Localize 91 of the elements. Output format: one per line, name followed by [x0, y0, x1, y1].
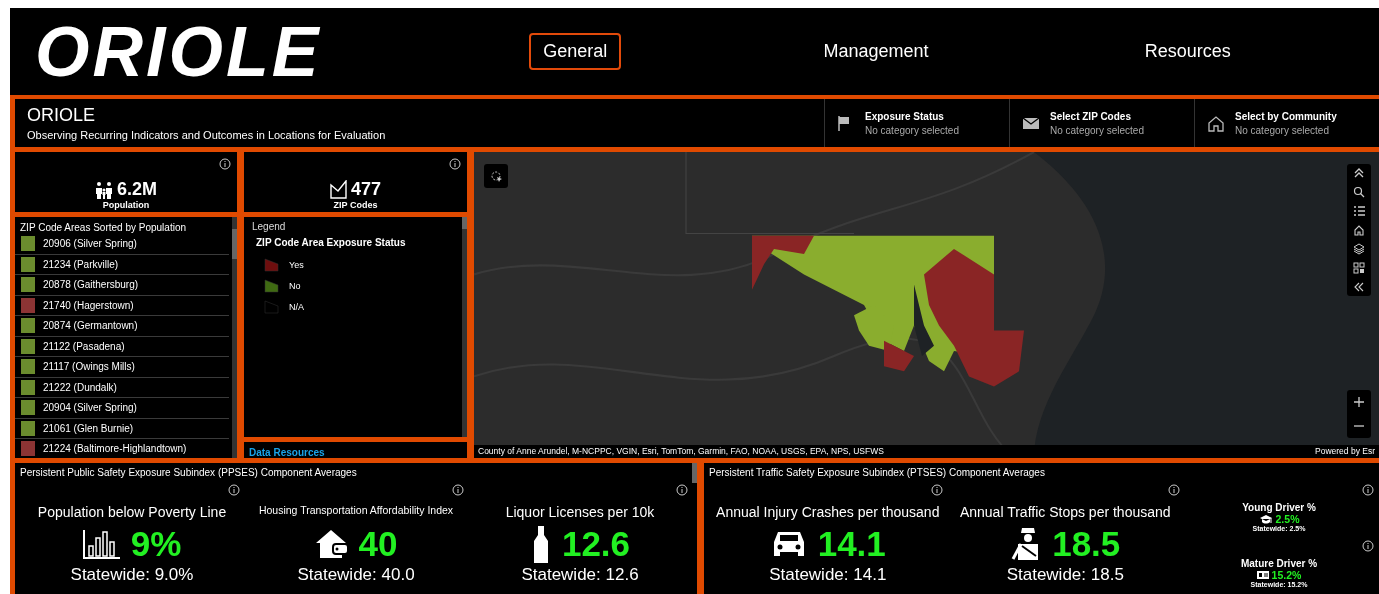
metric-value: 9%: [130, 524, 182, 564]
legend-label: No: [289, 281, 301, 291]
statewide-value: Statewide: 40.0: [297, 565, 415, 585]
filter-button[interactable]: Select by Community No category selected: [1194, 99, 1379, 147]
scrollbar[interactable]: [232, 217, 237, 458]
info-icon[interactable]: [676, 484, 688, 496]
list-item[interactable]: 20874 (Germantown): [15, 316, 229, 337]
list-icon[interactable]: [1353, 205, 1365, 217]
metric-value: 2.5%: [1275, 513, 1300, 525]
legend-heading: Legend: [252, 221, 287, 232]
legend-swatch-icon: [264, 300, 279, 314]
legend-swatch-icon: [264, 279, 279, 293]
legend-label: Yes: [289, 260, 304, 270]
kpi-value: 477: [350, 179, 381, 200]
info-icon[interactable]: [1362, 484, 1374, 496]
graduation-cap-icon: [1258, 514, 1273, 524]
envelope-icon: [329, 180, 347, 199]
statewide-value: Statewide: 9.0%: [70, 565, 194, 585]
layers-icon[interactable]: [1353, 243, 1365, 255]
statewide-value: Statewide: 18.5: [1006, 565, 1124, 585]
metric-label: Housing Transportation Affordability Index: [258, 504, 454, 518]
app-subtitle: Observing Recurring Indicators and Outcomes in Locations for Evaluation: [27, 129, 387, 141]
chevrons-up-icon[interactable]: [1353, 167, 1365, 179]
statewide-value: Statewide: 12.6: [521, 565, 639, 585]
list-item[interactable]: 20906 (Silver Spring): [15, 234, 229, 255]
filter-label: Select ZIP Codes: [1050, 110, 1132, 122]
search-icon[interactable]: [1353, 186, 1365, 198]
metric-label: Mature Driver %: [1240, 558, 1318, 569]
filter-label: Exposure Status: [865, 110, 945, 122]
collapse-icon[interactable]: [1353, 281, 1365, 293]
metric-value: 12.6: [561, 524, 631, 564]
panel-title: Persistent Traffic Safety Exposure Subindex (PTSES) Component Averages: [709, 467, 1046, 478]
kpi-value: 6.2M: [117, 179, 157, 200]
info-icon[interactable]: [930, 484, 943, 496]
list-item[interactable]: 21117 (Owings Mills): [15, 357, 229, 378]
filter-value: No category selected: [865, 124, 959, 136]
house-icon: [314, 528, 349, 560]
metric-label: Annual Injury Crashes per thousand: [716, 504, 940, 522]
nav-tab[interactable]: Management: [809, 33, 943, 70]
info-icon[interactable]: [219, 158, 231, 170]
cursor-icon: [489, 169, 503, 183]
info-icon[interactable]: [1168, 484, 1180, 496]
nav-tab[interactable]: General: [529, 33, 622, 70]
metric-value: 14.1: [817, 524, 886, 564]
zoom-in-icon[interactable]: [1354, 397, 1364, 407]
filter-label: Select by Community: [1235, 110, 1337, 122]
statewide-value: Statewide: 14.1: [769, 565, 887, 585]
info-icon[interactable]: [449, 158, 461, 170]
metric-value: 15.2%: [1271, 569, 1302, 581]
metric-value: 40: [358, 524, 398, 564]
list-item[interactable]: 21234 (Parkville): [15, 254, 229, 275]
list-item[interactable]: 21122 (Pasadena): [15, 336, 229, 357]
filter-button[interactable]: Exposure Status No category selected: [824, 99, 1009, 147]
legend-layer-title: ZIP Code Area Exposure Status: [256, 237, 407, 248]
kpi-label: Population: [102, 200, 150, 210]
family-icon: [95, 180, 113, 199]
list-item[interactable]: 20904 (Silver Spring): [15, 398, 229, 419]
metric-label: Liquor Licenses per 10k: [505, 504, 655, 522]
info-icon[interactable]: [228, 484, 240, 496]
scrollbar[interactable]: [462, 217, 467, 437]
home-icon: [1207, 114, 1225, 132]
filter-value: No category selected: [1235, 124, 1330, 136]
metric-label: Population below Poverty Line: [37, 504, 227, 522]
metric-label: Annual Traffic Stops per thousand: [959, 504, 1171, 522]
info-icon[interactable]: [452, 484, 464, 496]
nav-tab[interactable]: Resources: [1130, 33, 1245, 70]
scrollbar[interactable]: [692, 463, 697, 483]
metric-label: Young Driver %: [1242, 502, 1316, 513]
list-item[interactable]: 21224 (Baltimore-Highlandtown): [15, 439, 229, 458]
map-attribution: County of Anne Arundel, M-NCPPC, VGIN, Esri, TomTom, Garmin, FAO, NOAA, USGS, EPA, NPS, USFWS: [478, 445, 884, 458]
metric-value: 18.5: [1052, 524, 1121, 564]
filter-button[interactable]: Select ZIP Codes No category selected: [1009, 99, 1194, 147]
powered-by-text: Powered by Esr: [1315, 445, 1375, 458]
select-tool-button[interactable]: [484, 164, 508, 188]
app-title: ORIOLE: [27, 105, 97, 126]
list-item[interactable]: 21061 (Glen Burnie): [15, 418, 229, 439]
kpi-label: ZIP Codes: [333, 200, 378, 210]
bar-chart-icon: [82, 528, 121, 560]
filter-value: No category selected: [1050, 124, 1144, 136]
panel-title: Persistent Public Safety Exposure Subindex (PPSES) Component Averages: [20, 467, 358, 478]
id-card-icon: [1256, 570, 1269, 580]
info-icon[interactable]: [1362, 540, 1374, 552]
list-item[interactable]: 20878 (Gaithersburg): [15, 275, 229, 296]
legend-label: N/A: [289, 302, 304, 312]
grid-icon[interactable]: [1353, 262, 1365, 274]
list-item[interactable]: 21222 (Dundalk): [15, 377, 229, 398]
home-icon[interactable]: [1353, 224, 1365, 236]
legend-swatch-icon: [264, 258, 279, 272]
list-item[interactable]: 21740 (Hagerstown): [15, 295, 229, 316]
list-title: ZIP Code Areas Sorted by Population: [19, 221, 188, 234]
logo: ORIOLE: [34, 11, 323, 92]
